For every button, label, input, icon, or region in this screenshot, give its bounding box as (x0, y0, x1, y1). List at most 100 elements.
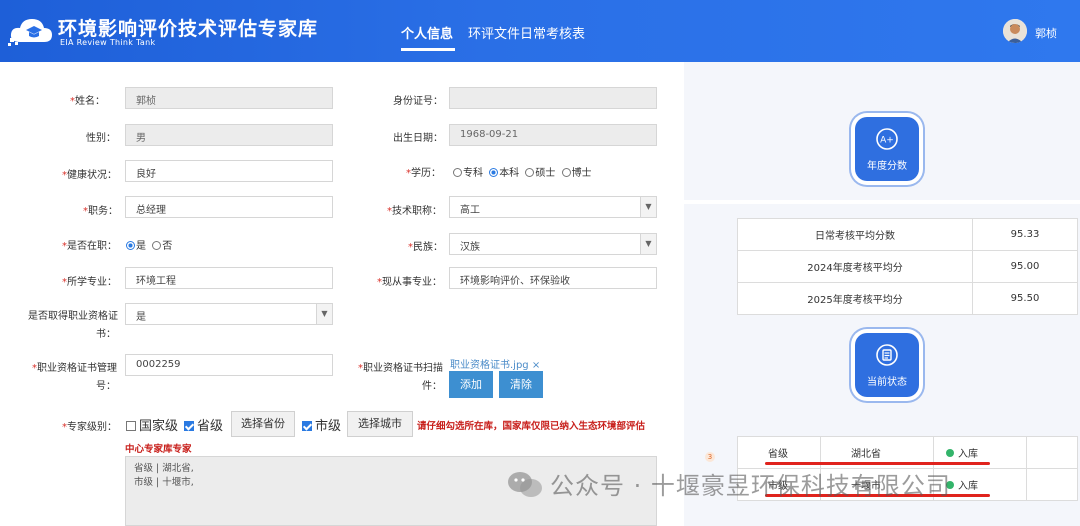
major-label: *所学专业： (62, 277, 117, 288)
top-header: 环境影响评价技术评估专家库 EIA Review Think Tank 个人信息… (0, 0, 1080, 62)
position-field[interactable]: 总经理 (125, 196, 333, 218)
id-number-field[interactable] (449, 87, 657, 109)
personal-info-form: *姓名： 郭桢 身份证号： 性别： 男 出生日期： 1968-09-21 *健康… (10, 78, 670, 526)
radio-master[interactable] (525, 168, 535, 177)
birth-date-field[interactable]: 1968-09-21 (449, 124, 657, 146)
health-label: *健康状况： (62, 170, 117, 181)
watermark-text: 公众号 · 十堰豪昱环保科技有限公司 (550, 472, 951, 500)
city-checkbox[interactable] (302, 421, 312, 431)
score-label-cell: 2025年度考核平均分 (737, 282, 973, 315)
cert-scan-label-cont: 件： (422, 381, 442, 392)
current-major-field[interactable]: 环境影响评价、环保验收 (449, 267, 657, 289)
health-field[interactable]: 良好 (125, 160, 333, 182)
status-text: 入库 (958, 481, 978, 492)
a-plus-badge-icon: A+ (876, 128, 898, 150)
logo-subtitle: EIA Review Think Tank (60, 38, 156, 47)
cert-obtained-label: 是否取得职业资格证 (28, 311, 118, 322)
name-field[interactable]: 郭桢 (125, 87, 333, 109)
level-national-option[interactable]: 国家级 (126, 415, 178, 434)
radio-label-bachelor: 本科 (499, 168, 520, 179)
table-row: 2024年度考核平均分 95.00 (737, 250, 1078, 283)
cert-scan-label: *职业资格证书扫描 (358, 363, 443, 374)
radio-bachelor[interactable] (489, 168, 499, 177)
radio-label-yes: 是 (136, 241, 146, 252)
score-value-cell: 95.00 (972, 250, 1078, 283)
tech-title-label: *技术职称： (387, 206, 442, 217)
chevron-down-icon[interactable]: ▼ (316, 304, 332, 324)
level-warning-text-cont: 中心专家库专家 (125, 444, 192, 455)
nav-personal-info[interactable]: 个人信息 (401, 23, 453, 42)
radio-employed-yes[interactable] (126, 241, 135, 250)
add-file-button[interactable]: 添加 (449, 371, 493, 398)
annual-score-button[interactable]: A+ 年度分数 (855, 117, 919, 181)
education-label: *学历： (406, 168, 441, 179)
ethnicity-select[interactable]: 汉族 ▼ (449, 233, 657, 255)
select-city-button[interactable]: 选择城市 (347, 411, 413, 437)
current-major-label: *现从事专业： (377, 277, 442, 288)
radio-doctor[interactable] (561, 168, 571, 177)
empty-cell (1026, 436, 1078, 469)
level-warning-text: 请仔细勾选所在库，国家库仅限已纳入生态环境部评估 (417, 421, 646, 432)
annual-score-label: 年度分数 (867, 161, 907, 172)
national-checkbox[interactable] (126, 421, 136, 431)
select-province-button[interactable]: 选择省份 (231, 411, 295, 437)
ethnicity-label: *民族： (408, 242, 443, 253)
table-row: 2025年度考核平均分 95.50 (737, 282, 1078, 315)
status-text: 入库 (958, 449, 978, 460)
education-radio-group: 专科 本科 硕士 博士 (450, 164, 592, 179)
tech-title-select[interactable]: 高工 ▼ (449, 196, 657, 218)
radio-label-no: 否 (162, 241, 173, 252)
cert-number-field[interactable]: 0002259 (125, 354, 333, 376)
avatar[interactable] (1003, 19, 1027, 43)
nav-active-indicator (401, 48, 455, 51)
logo-title: 环境影响评价技术评估专家库 (58, 18, 319, 40)
province-checkbox[interactable] (184, 421, 194, 431)
gender-field[interactable]: 男 (125, 124, 333, 146)
score-label-cell: 日常考核平均分数 (737, 218, 973, 251)
tech-title-value: 高工 (460, 205, 480, 216)
svg-text:A+: A+ (880, 136, 894, 146)
status-dot-icon (946, 449, 954, 457)
current-status-button[interactable]: 当前状态 (855, 333, 919, 397)
document-icon (876, 344, 898, 366)
gender-label: 性别： (86, 133, 116, 144)
score-value-cell: 95.50 (972, 282, 1078, 315)
cert-file-link[interactable]: 职业资格证书.jpg × (450, 356, 540, 371)
radio-employed-no[interactable] (152, 241, 162, 250)
clear-file-button[interactable]: 清除 (499, 371, 543, 398)
empty-cell (1026, 468, 1078, 501)
city-label: 市级 (315, 419, 342, 434)
current-status-label: 当前状态 (867, 377, 907, 388)
score-label-cell: 2024年度考核平均分 (737, 250, 973, 283)
level-city-option[interactable]: 市级 (302, 415, 341, 434)
employed-radio-group: 是 否 (123, 237, 172, 252)
cloud-logo-icon (8, 19, 52, 46)
table-row: 日常考核平均分数 95.33 (737, 218, 1078, 251)
level-province-option[interactable]: 省级 (184, 415, 223, 434)
count-badge: 3 (705, 452, 715, 462)
name-label: *姓名： (70, 96, 105, 107)
cert-file-name[interactable]: 职业资格证书.jpg (450, 360, 529, 371)
remove-file-icon[interactable]: × (532, 360, 540, 371)
cert-obtained-label-cont: 书： (96, 329, 116, 340)
national-label: 国家级 (139, 419, 179, 434)
red-underline-annotation (765, 462, 990, 465)
cert-number-label: *职业资格证书管理 (32, 363, 117, 374)
chevron-down-icon[interactable]: ▼ (640, 197, 656, 217)
radio-label-junior-college: 专科 (463, 168, 483, 179)
position-label: *职务： (83, 206, 118, 217)
score-value-cell: 95.33 (972, 218, 1078, 251)
chevron-down-icon[interactable]: ▼ (640, 234, 656, 254)
cert-obtained-value: 是 (136, 312, 146, 323)
employed-label: *是否在职： (62, 241, 117, 252)
radio-junior-college[interactable] (453, 168, 462, 177)
province-label: 省级 (197, 419, 224, 434)
birth-date-label: 出生日期： (393, 133, 443, 144)
id-number-label: 身份证号： (393, 96, 443, 107)
major-field[interactable]: 环境工程 (125, 267, 333, 289)
ethnicity-value: 汉族 (460, 242, 480, 253)
expert-level-label: *专家级别： (62, 422, 117, 433)
user-name[interactable]: 郭桢 (1035, 25, 1057, 41)
nav-daily-assessment[interactable]: 环评文件日常考核表 (468, 23, 585, 42)
cert-obtained-select[interactable]: 是 ▼ (125, 303, 333, 325)
